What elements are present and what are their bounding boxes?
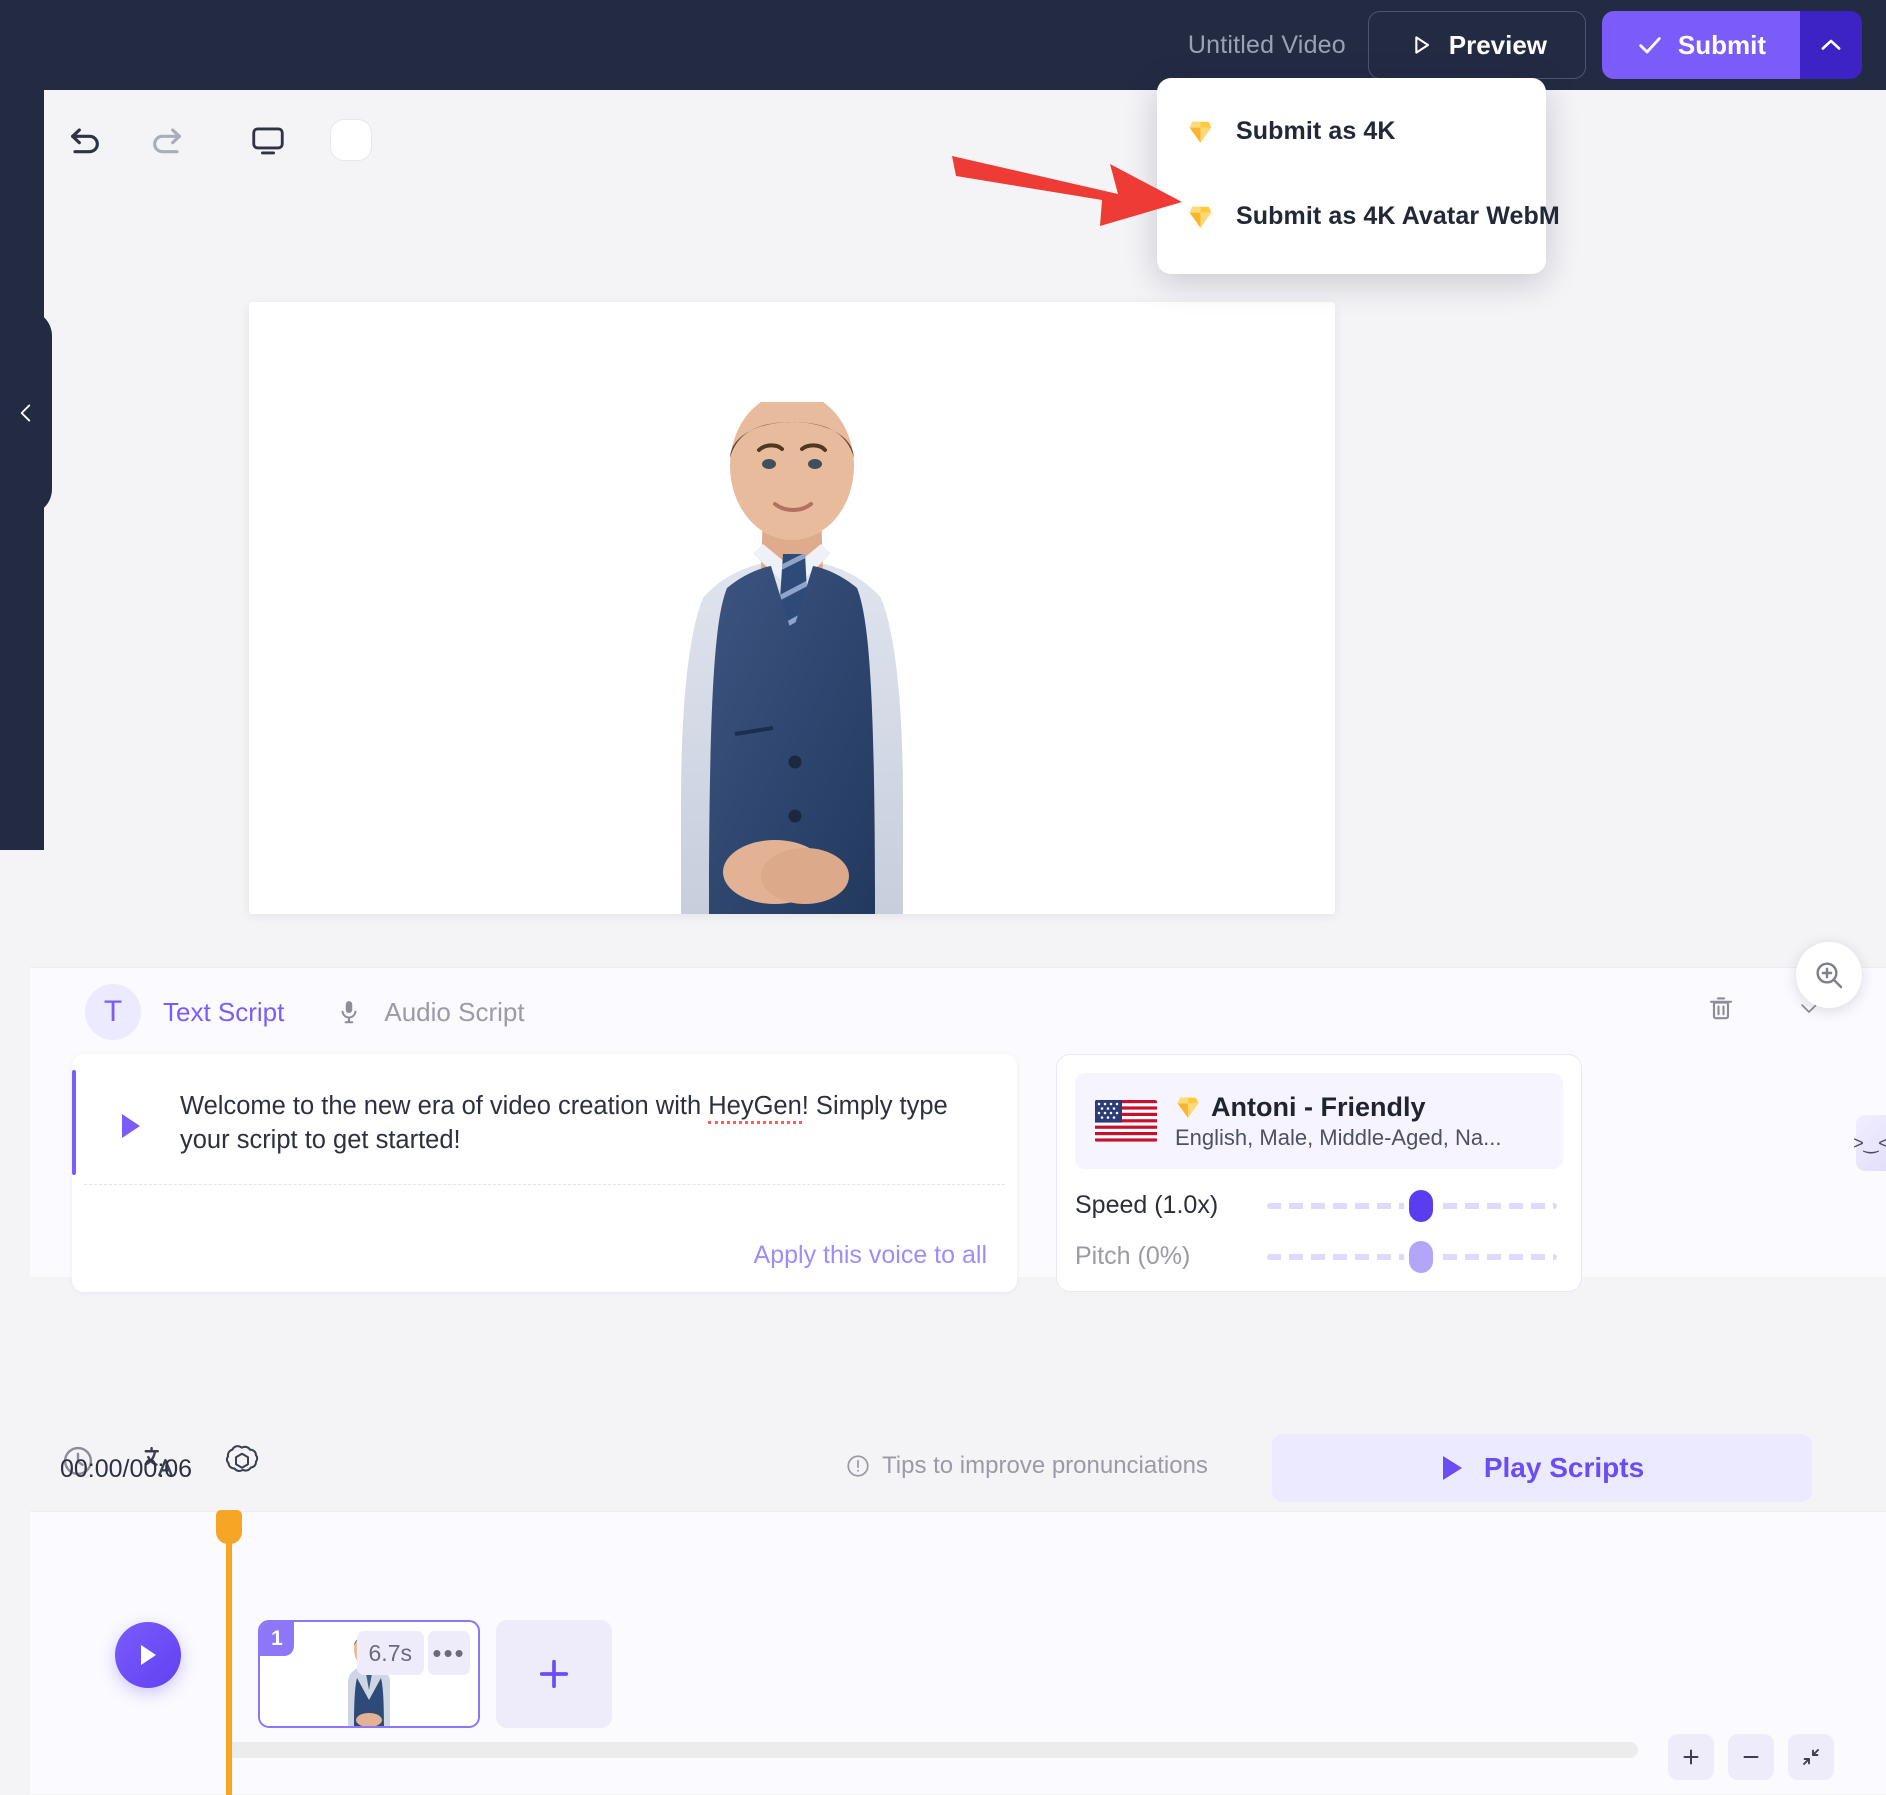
check-icon (1636, 31, 1664, 59)
timeline-zoom-in-button[interactable] (1668, 1734, 1714, 1780)
script-play-button[interactable] (120, 1112, 142, 1145)
gem-icon (1175, 1095, 1201, 1120)
right-panel-collapse-button[interactable]: >‿< (1853, 1115, 1886, 1171)
preview-label: Preview (1448, 29, 1548, 60)
editor-area (0, 90, 1886, 1050)
video-canvas[interactable] (249, 302, 1335, 914)
submit-button[interactable]: Submit (1601, 11, 1800, 79)
openai-icon[interactable] (224, 1443, 260, 1479)
speed-slider-knob[interactable] (1409, 1189, 1434, 1222)
submit-options-toggle[interactable] (1800, 11, 1862, 79)
menu-item-label: Submit as 4K (1236, 117, 1396, 145)
play-scripts-label: Play Scripts (1483, 1452, 1645, 1483)
chevron-left-icon (13, 398, 39, 428)
zoom-in-icon (1813, 959, 1845, 991)
submit-label: Submit (1677, 29, 1766, 60)
gem-icon (1187, 204, 1214, 230)
background-toggle-button[interactable] (330, 119, 372, 161)
plus-icon (533, 1653, 575, 1695)
voice-selector[interactable]: Antoni - Friendly English, Male, Middle-… (1075, 1073, 1563, 1169)
top-bar: Untitled Video Preview Submit (0, 0, 1886, 90)
play-outline-icon (1407, 31, 1435, 59)
screen-size-button[interactable] (240, 112, 296, 168)
menu-item-submit-4k-avatar-webm[interactable]: Submit as 4K Avatar WebM (1157, 185, 1560, 248)
scene-more-button[interactable]: ••• (428, 1631, 470, 1675)
trash-icon[interactable] (1706, 992, 1736, 1024)
timeline-scene-card[interactable]: 1 6.7s ••• (258, 1620, 480, 1728)
exclamation-circle-icon (845, 1453, 871, 1479)
tab-audio-script[interactable]: Audio Script (384, 997, 524, 1028)
chevron-up-icon (1817, 31, 1845, 59)
pitch-slider-row: Pitch (0%) (1075, 1240, 1563, 1273)
us-flag-icon (1095, 1100, 1157, 1142)
monitor-icon (249, 121, 287, 159)
editor-toolbar (58, 112, 372, 168)
undo-button[interactable] (58, 112, 114, 168)
voice-meta: English, Male, Middle-Aged, Na... (1175, 1124, 1502, 1150)
speed-slider-row: Speed (1.0x) (1075, 1189, 1563, 1222)
script-avatar-letter: T (103, 995, 123, 1028)
tips-link[interactable]: Tips to improve pronunciations (845, 1452, 1208, 1480)
submit-button-group: Submit (1601, 11, 1862, 79)
play-icon (1440, 1454, 1464, 1482)
playhead-handle[interactable] (216, 1510, 242, 1544)
document-title[interactable]: Untitled Video (1188, 31, 1346, 60)
add-scene-button[interactable] (496, 1620, 612, 1728)
scene-duration: 6.7s (356, 1631, 424, 1675)
script-divider (84, 1184, 1005, 1185)
canvas-zoom-button[interactable] (1796, 942, 1862, 1008)
sidebar-collapse-button[interactable] (0, 310, 52, 515)
pitch-slider[interactable] (1267, 1240, 1557, 1273)
redo-icon (146, 120, 186, 160)
speed-slider[interactable] (1267, 1189, 1557, 1222)
playhead[interactable] (226, 1512, 232, 1795)
pitch-label: Pitch (0%) (1075, 1242, 1191, 1270)
speed-label: Speed (1.0x) (1075, 1191, 1219, 1219)
gem-icon (1187, 119, 1214, 145)
apply-voice-to-all-link[interactable]: Apply this voice to all (754, 1241, 987, 1270)
script-editor-card[interactable]: Welcome to the new era of video creation… (72, 1054, 1017, 1292)
collapse-panel-icon: >‿< (1853, 1132, 1886, 1153)
play-scripts-button[interactable]: Play Scripts (1272, 1434, 1812, 1502)
timeline-ruler[interactable] (226, 1742, 1638, 1758)
voice-settings-card: Antoni - Friendly English, Male, Middle-… (1056, 1054, 1582, 1292)
menu-item-label: Submit as 4K Avatar WebM (1236, 202, 1560, 230)
voice-name-row: Antoni - Friendly (1175, 1092, 1502, 1123)
script-text-misspelled: HeyGen (708, 1092, 802, 1124)
script-text-part1: Welcome to the new era of video creation… (180, 1092, 709, 1120)
scene-number: 1 (260, 1622, 294, 1656)
script-avatar-badge: T (85, 984, 141, 1040)
redo-button[interactable] (138, 112, 194, 168)
menu-item-submit-4k[interactable]: Submit as 4K (1157, 100, 1546, 163)
tab-text-script[interactable]: Text Script (163, 997, 284, 1028)
timeline-panel: 1 6.7s ••• (30, 1510, 1886, 1795)
timeline-zoom-out-button[interactable] (1728, 1734, 1774, 1780)
voice-name: Antoni - Friendly (1211, 1091, 1426, 1122)
submit-options-menu: Submit as 4K Submit as 4K Avatar WebM (1157, 78, 1560, 274)
avatar-preview (577, 392, 1007, 914)
timeline-zoom-controls (1668, 1734, 1834, 1780)
pitch-slider-knob[interactable] (1409, 1240, 1434, 1273)
script-accent-bar (72, 1070, 76, 1175)
script-tab-bar: T Text Script Audio Script (85, 984, 555, 1040)
tips-label: Tips to improve pronunciations (882, 1452, 1208, 1479)
undo-icon (66, 120, 106, 160)
script-panel: T Text Script Audio Script Welcome to th… (30, 967, 1886, 1292)
timeline-timecode: 00:00/00:06 (60, 1455, 193, 1483)
script-text[interactable]: Welcome to the new era of video creation… (180, 1090, 980, 1158)
timeline-fit-button[interactable] (1788, 1734, 1834, 1780)
preview-button[interactable]: Preview (1367, 11, 1586, 79)
timeline-play-button[interactable] (115, 1622, 181, 1688)
microphone-icon (336, 995, 362, 1029)
